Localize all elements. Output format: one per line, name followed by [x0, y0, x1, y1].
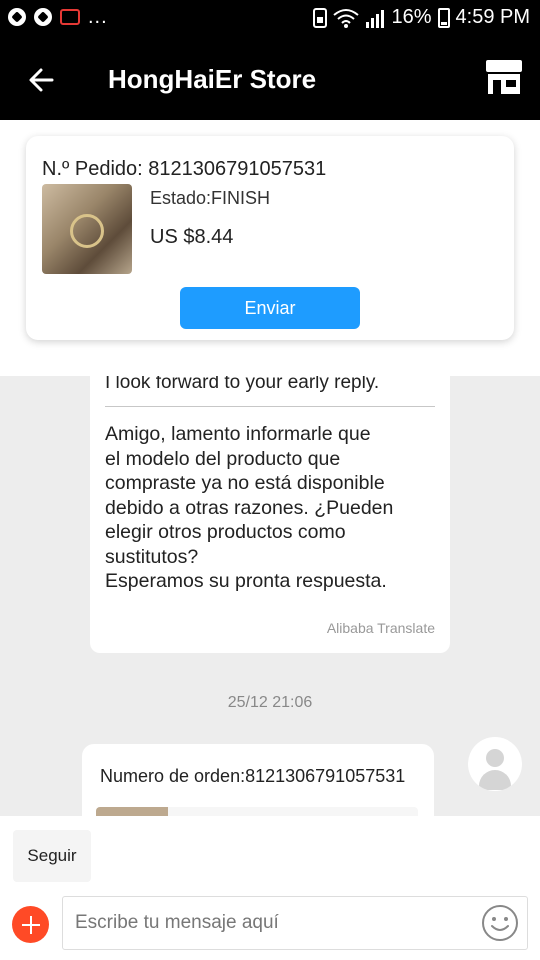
- notification-icons: ...: [8, 6, 108, 28]
- user-avatar-icon[interactable]: [468, 737, 522, 791]
- send-order-button[interactable]: Enviar: [180, 287, 360, 329]
- original-message: I look forward to your early reply.: [105, 376, 380, 393]
- soccer-ball-icon: [34, 8, 52, 26]
- app-notification-icon: [60, 9, 80, 25]
- add-attachment-icon[interactable]: [12, 906, 49, 943]
- translation-divider: [105, 406, 435, 407]
- sim-icon: [313, 7, 328, 28]
- order-card: N.º Pedido: 8121306791057531 Estado:FINI…: [26, 136, 514, 340]
- product-thumbnail[interactable]: [42, 184, 132, 274]
- message-input-box[interactable]: [62, 896, 528, 950]
- order-message-bubble[interactable]: Numero de orden:8121306791057531: [82, 744, 434, 816]
- message-input[interactable]: [75, 897, 475, 949]
- order-number: N.º Pedido: 8121306791057531: [42, 158, 327, 180]
- translation-source: Alibaba Translate: [326, 620, 435, 636]
- clock: 4:59 PM: [455, 6, 530, 28]
- back-arrow-icon[interactable]: [22, 60, 62, 100]
- order-status: Estado:FINISH: [150, 188, 271, 208]
- message-timestamp: 25/12 21:06: [227, 694, 313, 711]
- status-icons: 16% 4:59 PM: [313, 6, 530, 29]
- composer-area: Seguir: [0, 816, 540, 960]
- app-header: HongHaiEr Store: [0, 38, 540, 120]
- signal-icon: [366, 9, 385, 28]
- battery-icon: [437, 7, 450, 28]
- translated-message: Amigo, lamento informarle que el modelo …: [105, 423, 394, 592]
- status-bar: ... 16% 4:59 PM: [0, 0, 540, 38]
- chat-area[interactable]: I look forward to your early reply. Amig…: [0, 376, 540, 816]
- emoji-icon[interactable]: [481, 904, 519, 942]
- more-notifications: ...: [88, 6, 108, 28]
- soccer-ball-icon: [8, 8, 26, 26]
- wifi-icon: [333, 8, 360, 28]
- storefront-icon[interactable]: [484, 58, 524, 96]
- message-bubble: I look forward to your early reply. Amig…: [90, 376, 450, 653]
- store-title: HongHaiEr Store: [108, 64, 317, 94]
- avatar-body: [479, 770, 511, 790]
- order-message-text: Numero de orden:8121306791057531: [100, 766, 406, 786]
- order-message-product[interactable]: [96, 807, 418, 816]
- order-price: US $8.44: [150, 226, 234, 248]
- order-message-thumbnail: [96, 807, 168, 816]
- battery-percent: 16%: [391, 6, 432, 28]
- follow-button[interactable]: Seguir: [13, 830, 91, 882]
- avatar-head: [486, 749, 504, 767]
